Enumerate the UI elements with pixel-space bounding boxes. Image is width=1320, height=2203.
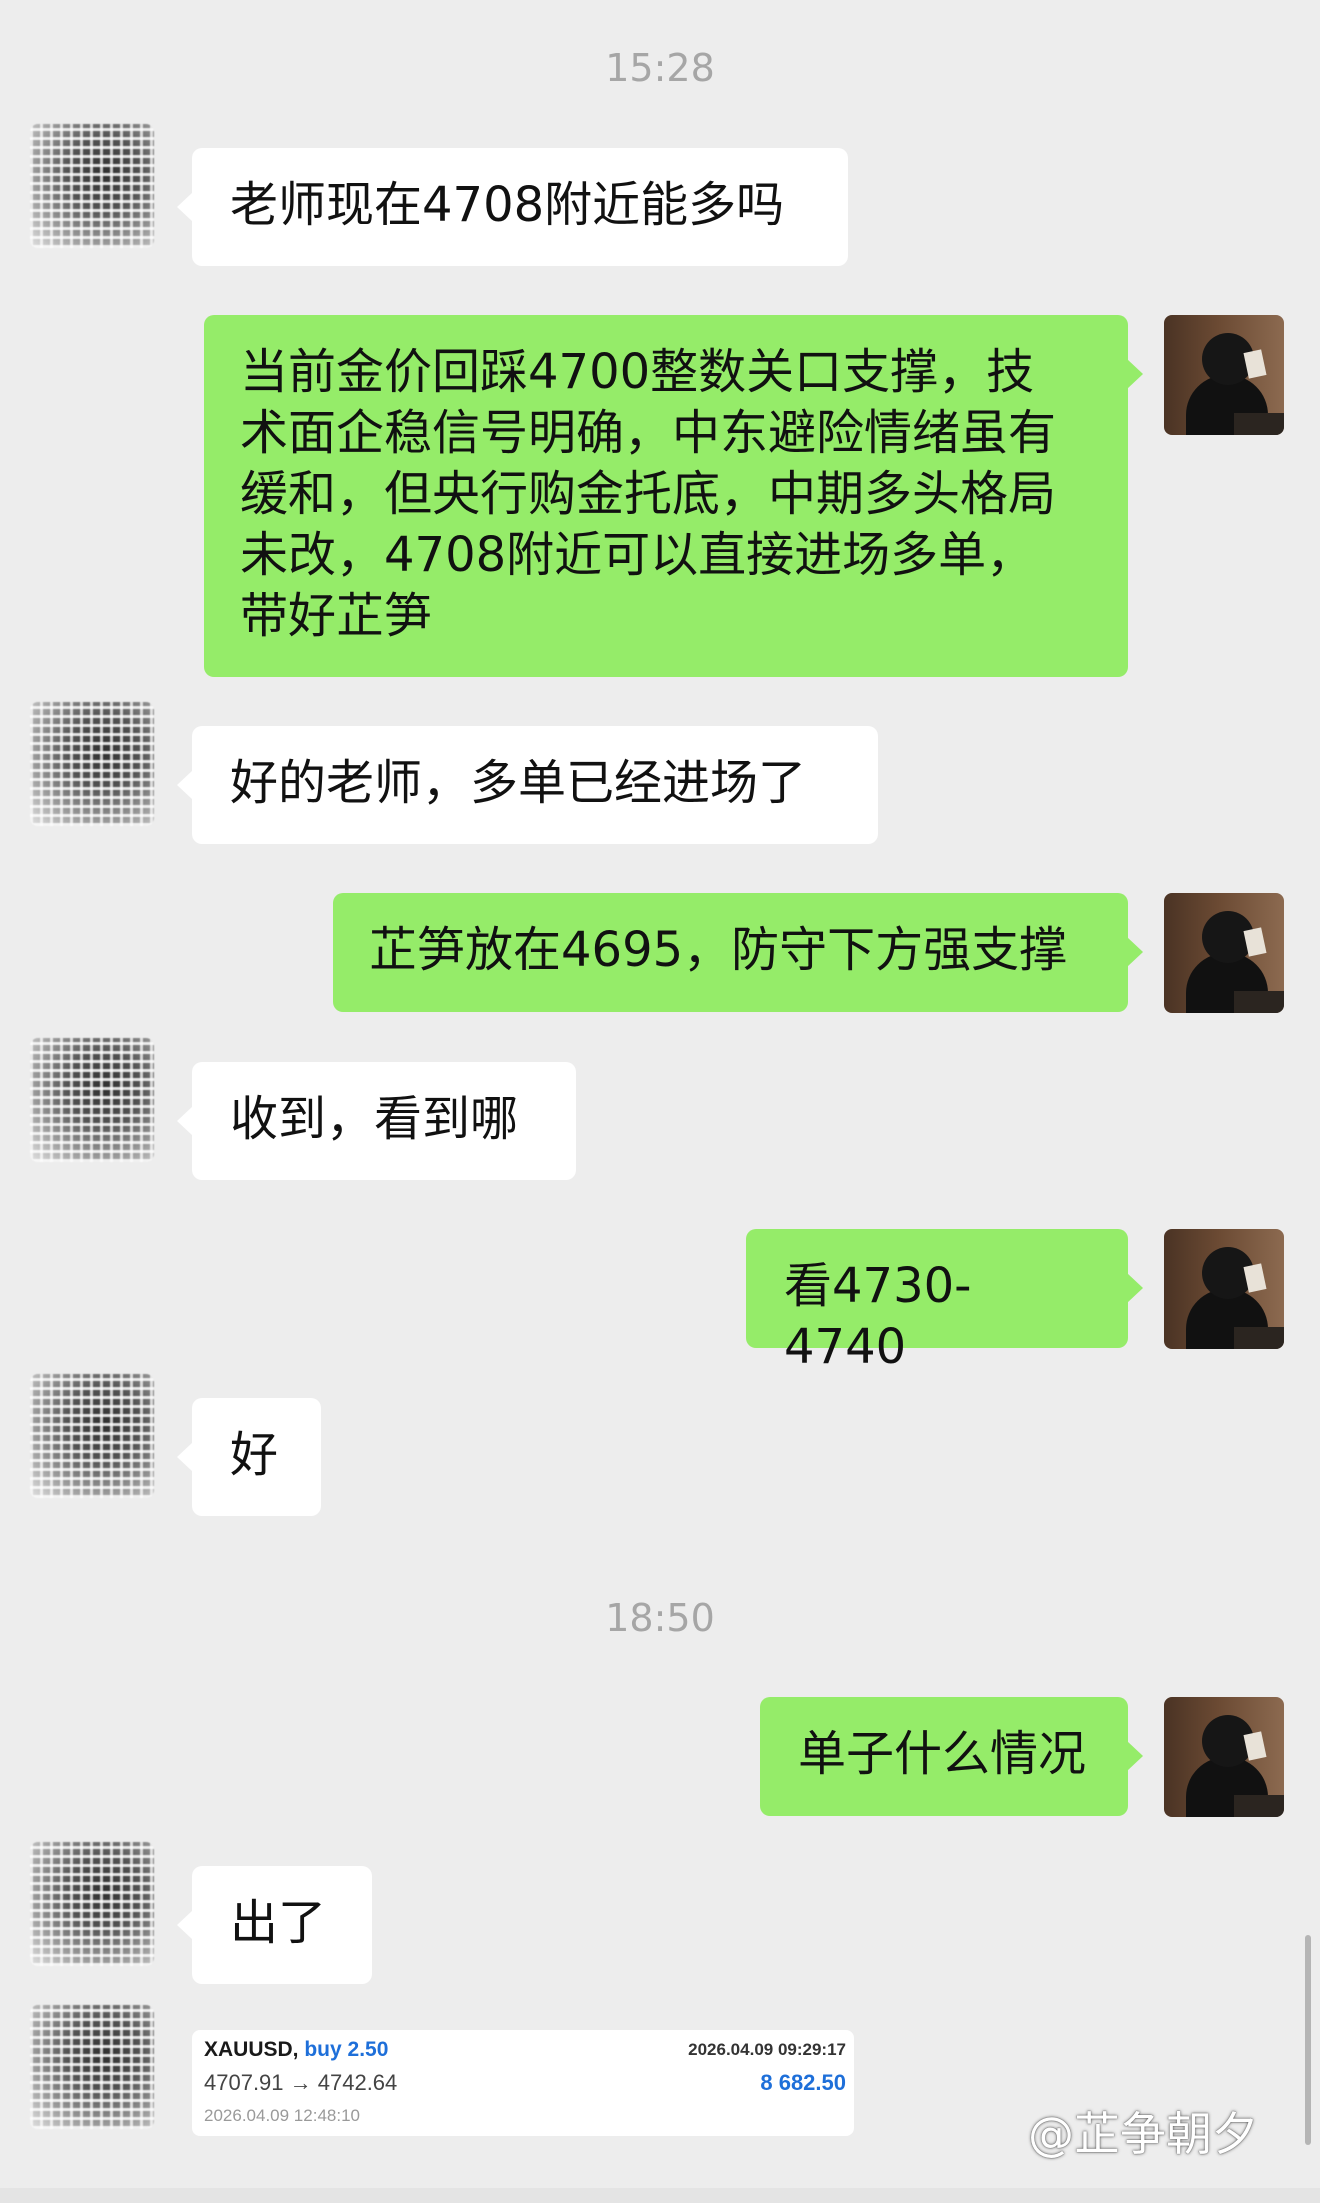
incoming-message-bubble[interactable]: 好 bbox=[177, 1398, 321, 1516]
my-avatar[interactable] bbox=[1164, 1697, 1284, 1817]
avatar-table bbox=[1234, 1795, 1284, 1817]
message-text: 当前金价回踩4700整数关口支撑，技 术面企稳信号明确，中东避险情绪虽有 缓和，… bbox=[240, 344, 1057, 644]
contact-avatar[interactable] bbox=[30, 702, 154, 826]
incoming-message-bubble[interactable]: 好的老师，多单已经进场了 bbox=[177, 726, 878, 844]
message-text: 看4730-4740 bbox=[784, 1258, 972, 1375]
message-text: 单子什么情况 bbox=[798, 1726, 1087, 1782]
trade-screenshot-message[interactable]: XAUUSD, buy 2.50 2026.04.09 09:29:17 470… bbox=[192, 2030, 854, 2136]
my-avatar[interactable] bbox=[1164, 1229, 1284, 1349]
my-avatar[interactable] bbox=[1164, 315, 1284, 435]
contact-avatar[interactable] bbox=[30, 1374, 154, 1498]
timestamp: 18:50 bbox=[605, 1596, 715, 1640]
outgoing-message-bubble[interactable]: 单子什么情况 bbox=[760, 1697, 1143, 1816]
trade-open-time: 2026.04.09 09:29:17 bbox=[688, 2040, 846, 2059]
trade-prices: 4707.91 → 4742.64 bbox=[204, 2070, 398, 2095]
outgoing-message-bubble[interactable]: 当前金价回踩4700整数关口支撑，技 术面企稳信号明确，中东避险情绪虽有 缓和，… bbox=[204, 315, 1143, 677]
incoming-message-bubble[interactable]: 出了 bbox=[177, 1866, 372, 1984]
my-avatar[interactable] bbox=[1164, 893, 1284, 1013]
incoming-message-bubble[interactable]: 收到，看到哪 bbox=[177, 1062, 576, 1180]
message-text: 好的老师，多单已经进场了 bbox=[230, 755, 807, 811]
avatar-table bbox=[1234, 991, 1284, 1013]
avatar-table bbox=[1234, 1327, 1284, 1349]
avatar-table bbox=[1234, 413, 1284, 435]
contact-avatar[interactable] bbox=[30, 1038, 154, 1162]
message-text: 老师现在4708附近能多吗 bbox=[230, 177, 785, 233]
outgoing-message-bubble[interactable]: 看4730-4740 bbox=[746, 1229, 1143, 1375]
message-text: 芷笋放在4695，防守下方强支撑 bbox=[369, 922, 1068, 978]
incoming-message-bubble[interactable]: 老师现在4708附近能多吗 bbox=[177, 148, 848, 266]
outgoing-message-bubble[interactable]: 芷笋放在4695，防守下方强支撑 bbox=[333, 893, 1143, 1012]
trade-profit: 8 682.50 bbox=[760, 2070, 846, 2095]
trade-symbol-text: XAUUSD, bbox=[204, 2038, 299, 2061]
contact-avatar[interactable] bbox=[30, 124, 154, 248]
trade-action: buy 2.50 bbox=[304, 2038, 389, 2061]
trade-symbol: XAUUSD, buy 2.50 bbox=[204, 2038, 388, 2062]
message-text: 收到，看到哪 bbox=[230, 1091, 519, 1147]
message-text: 出了 bbox=[230, 1895, 327, 1951]
watermark: @芷争朝夕 bbox=[1028, 2107, 1258, 2161]
bottom-bar bbox=[0, 2188, 1320, 2203]
trade-close-time: 2026.04.09 12:48:10 bbox=[204, 2106, 360, 2125]
message-text: 好 bbox=[230, 1427, 279, 1483]
contact-avatar[interactable] bbox=[30, 1842, 154, 1966]
contact-avatar[interactable] bbox=[30, 2005, 154, 2129]
scrollbar[interactable] bbox=[1305, 1935, 1311, 2145]
timestamp: 15:28 bbox=[605, 46, 715, 90]
